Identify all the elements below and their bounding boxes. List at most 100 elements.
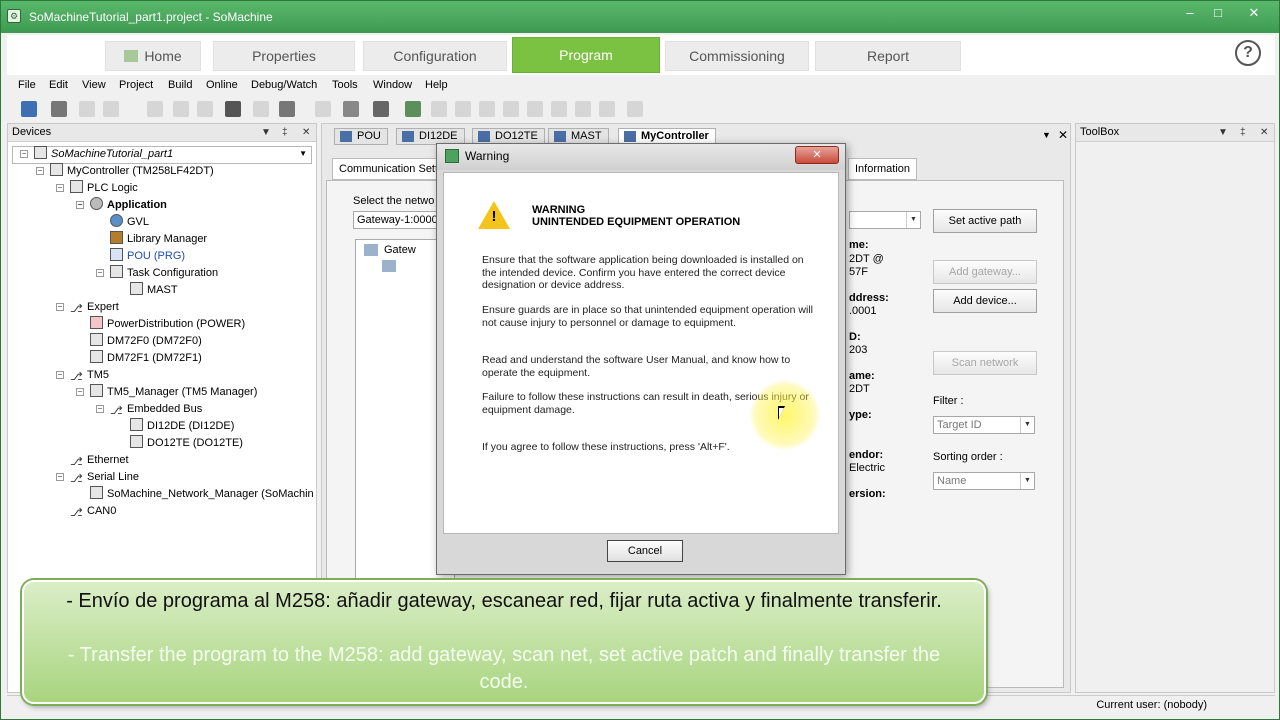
tree-tm5[interactable]: − ⎇ TM5	[56, 367, 109, 383]
toolbox-pin-icon[interactable]: ‡	[1240, 124, 1246, 141]
tree-project[interactable]: − SoMachineTutorial_part1	[20, 146, 173, 162]
logout-icon[interactable]	[431, 101, 447, 117]
scan-network-button[interactable]: Scan network	[933, 351, 1037, 375]
menu-view[interactable]: View	[82, 79, 106, 91]
devices-close-icon[interactable]: ✕	[302, 124, 310, 141]
set-active-path-button[interactable]: Set active path	[933, 209, 1037, 233]
tree-serial-line[interactable]: − ⎇ Serial Line	[56, 469, 139, 485]
tree-can0[interactable]: ⎇ CAN0	[70, 503, 116, 519]
tree-power-distribution[interactable]: PowerDistribution (POWER)	[90, 316, 245, 332]
tree-di12de[interactable]: DI12DE (DI12DE)	[130, 418, 234, 434]
tree-tm5-manager[interactable]: − TM5_Manager (TM5 Manager)	[76, 384, 257, 400]
menu-help[interactable]: Help	[425, 79, 448, 91]
title-bar: ⚙ SoMachineTutorial_part1.project - SoMa…	[1, 1, 1279, 33]
sorting-order-combo[interactable]: Name ▼	[933, 472, 1035, 490]
add-gateway-button[interactable]: Add gateway...	[933, 260, 1037, 284]
tree-dm72f0[interactable]: DM72F0 (DM72F0)	[90, 333, 202, 349]
menu-project[interactable]: Project	[119, 79, 153, 91]
tree-do12te[interactable]: DO12TE (DO12TE)	[130, 435, 243, 451]
help-icon[interactable]: ?	[1235, 40, 1261, 66]
menu-window[interactable]: Window	[373, 79, 412, 91]
save-icon[interactable]	[21, 101, 37, 117]
devices-pin-icon[interactable]: ‡	[282, 124, 288, 141]
step-into-icon[interactable]	[551, 101, 567, 117]
collapse-icon[interactable]: −	[56, 473, 64, 481]
tree-dm72f1[interactable]: DM72F1 (DM72F1)	[90, 350, 202, 366]
tree-mycontroller[interactable]: − MyController (TM258LF42DT)	[36, 163, 214, 179]
tree-ethernet[interactable]: ⎇ Ethernet	[70, 452, 129, 468]
open-icon[interactable]	[343, 101, 359, 117]
tab-report[interactable]: Report	[815, 41, 961, 71]
collapse-icon[interactable]: −	[76, 388, 84, 396]
tree-plc-logic[interactable]: − PLC Logic	[56, 180, 138, 196]
tab-information[interactable]: Information	[848, 158, 918, 180]
copy-icon[interactable]	[147, 101, 163, 117]
gateway-node[interactable]: Gatew	[384, 244, 416, 256]
filter-combo[interactable]: Target ID ▼	[933, 416, 1035, 434]
tree-task-configuration[interactable]: − Task Configuration	[96, 265, 218, 281]
device-combo[interactable]: ▼	[849, 211, 921, 229]
step-out-icon[interactable]	[575, 101, 591, 117]
undo-icon[interactable]	[79, 101, 95, 117]
maximize-button[interactable]: □	[1205, 5, 1231, 23]
redo-icon[interactable]	[103, 101, 119, 117]
collapse-icon[interactable]: −	[76, 201, 84, 209]
menu-build[interactable]: Build	[168, 79, 192, 91]
print-icon[interactable]	[51, 101, 67, 117]
tree-gvl[interactable]: GVL	[110, 214, 149, 230]
collapse-icon[interactable]: −	[96, 405, 104, 413]
toolbox-close-icon[interactable]: ✕	[1260, 124, 1268, 141]
menu-online[interactable]: Online	[206, 79, 238, 91]
find-icon[interactable]	[225, 101, 241, 117]
login-icon[interactable]	[405, 101, 421, 117]
menu-tools[interactable]: Tools	[332, 79, 358, 91]
chevron-down-icon[interactable]: ▼	[299, 149, 307, 158]
tab-communication-settings[interactable]: Communication Setti	[332, 158, 448, 180]
toolbox-dropdown-icon[interactable]: ▼	[1218, 124, 1228, 141]
collapse-icon[interactable]: −	[36, 167, 44, 175]
tree-expert[interactable]: − ⎇ Expert	[56, 299, 119, 315]
collapse-icon[interactable]: −	[56, 184, 64, 192]
tree-pou[interactable]: POU (PRG)	[110, 248, 185, 264]
reset-icon[interactable]	[627, 101, 643, 117]
force-icon[interactable]	[599, 101, 615, 117]
window-icon[interactable]	[279, 101, 295, 117]
collapse-icon[interactable]: −	[20, 150, 28, 158]
tab-program[interactable]: Program	[512, 37, 660, 73]
paste-icon[interactable]	[173, 101, 189, 117]
tree-mast[interactable]: MAST	[130, 282, 178, 298]
menu-file[interactable]: File	[18, 79, 36, 91]
menu-edit[interactable]: Edit	[49, 79, 68, 91]
tree-library-manager[interactable]: Library Manager	[110, 231, 207, 247]
cancel-button[interactable]: Cancel	[607, 540, 683, 562]
devices-dropdown-icon[interactable]: ▼	[261, 124, 271, 141]
start-icon[interactable]	[455, 101, 471, 117]
stop-icon[interactable]	[479, 101, 495, 117]
tab-home[interactable]: Home	[105, 41, 201, 71]
dialog-close-button[interactable]: ✕	[795, 146, 839, 164]
breakpoint-icon[interactable]	[503, 101, 519, 117]
minimize-button[interactable]: –	[1177, 5, 1203, 23]
replace-icon[interactable]	[253, 101, 269, 117]
add-device-button[interactable]: Add device...	[933, 289, 1037, 313]
tabs-dropdown-icon[interactable]: ▼	[1042, 130, 1051, 140]
build-icon[interactable]	[373, 101, 389, 117]
new-object-icon[interactable]	[315, 101, 331, 117]
menu-debug-watch[interactable]: Debug/Watch	[251, 79, 317, 91]
tree-network-manager[interactable]: SoMachine_Network_Manager (SoMachin	[90, 486, 314, 502]
tab-properties[interactable]: Properties	[213, 41, 355, 71]
tab-configuration[interactable]: Configuration	[363, 41, 507, 71]
close-editor-icon[interactable]: ✕	[1058, 128, 1068, 142]
collapse-icon[interactable]: −	[56, 303, 64, 311]
tree-label: Application	[107, 199, 167, 211]
tree-embedded-bus[interactable]: − ⎇ Embedded Bus	[96, 401, 202, 417]
tab-commissioning[interactable]: Commissioning	[665, 41, 809, 71]
close-window-button[interactable]: ✕	[1241, 5, 1267, 23]
collapse-icon[interactable]: −	[56, 371, 64, 379]
tree-application[interactable]: − Application	[76, 197, 167, 213]
editor-tab-pou[interactable]: POU	[334, 128, 388, 145]
subtitle-overlay: - Envío de programa al M258: añadir gate…	[22, 580, 986, 704]
collapse-icon[interactable]: −	[96, 269, 104, 277]
step-over-icon[interactable]	[527, 101, 543, 117]
delete-icon[interactable]	[197, 101, 213, 117]
